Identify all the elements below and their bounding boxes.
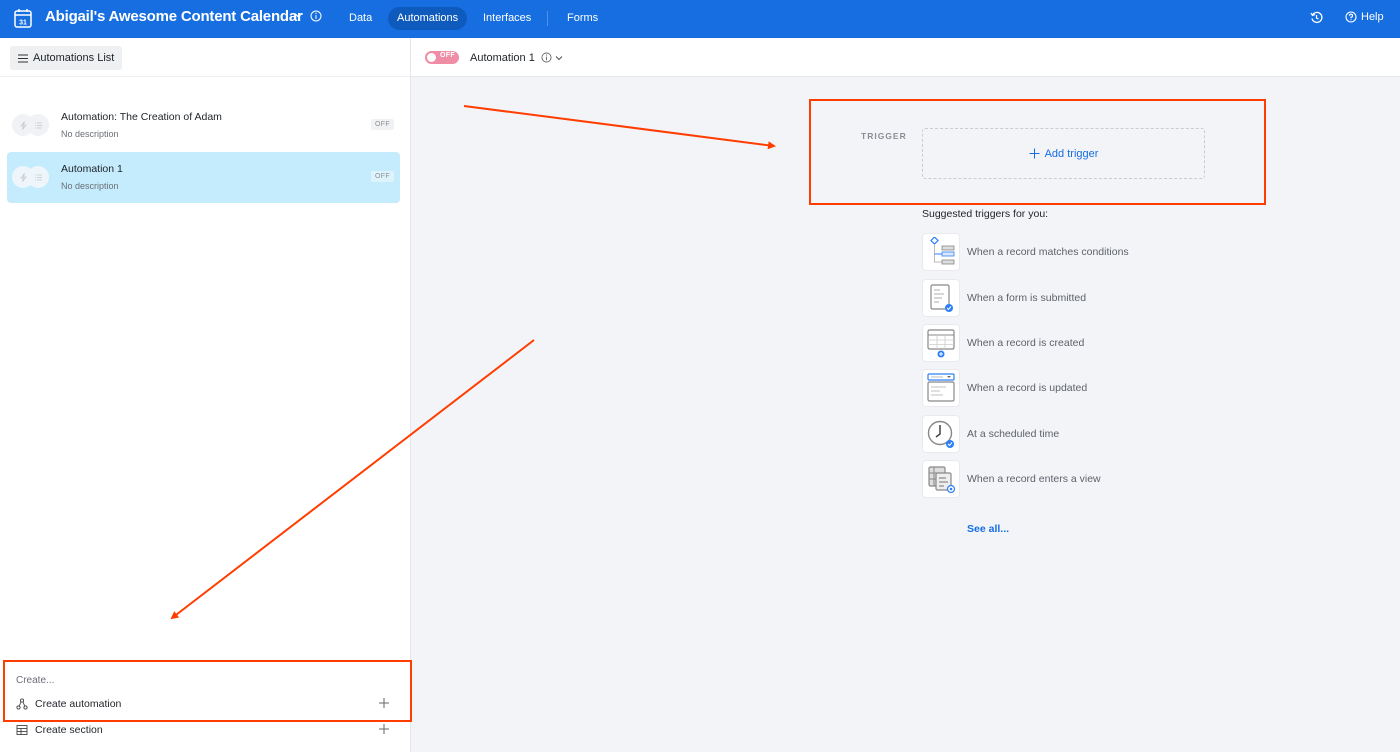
tab-automations[interactable]: Automations xyxy=(388,7,468,30)
create-menu-label: Create... xyxy=(16,675,55,686)
automation-name: Automation 1 xyxy=(61,163,123,175)
automation-title[interactable]: Automation 1 xyxy=(470,52,535,64)
flow-icon xyxy=(16,698,28,710)
create-automation-label: Create automation xyxy=(35,698,122,710)
suggested-trigger-label: When a record is created xyxy=(967,337,1085,349)
action-list-icon xyxy=(27,114,49,136)
automation-toggle[interactable]: OFF xyxy=(425,51,459,64)
create-automation-button[interactable]: Create automation xyxy=(16,694,394,714)
status-badge: OFF xyxy=(371,171,394,182)
arrow-to-trigger xyxy=(463,105,776,150)
history-icon[interactable] xyxy=(1310,11,1323,24)
suggested-trigger-item[interactable]: When a record is updated xyxy=(922,369,1222,407)
plus-icon[interactable] xyxy=(378,723,390,735)
suggested-trigger-label: At a scheduled time xyxy=(967,428,1060,440)
suggested-trigger-label: When a record matches conditions xyxy=(967,246,1129,258)
question-circle-icon xyxy=(1345,11,1357,23)
conditions-icon xyxy=(922,233,960,271)
suggested-trigger-item[interactable]: When a form is submitted xyxy=(922,279,1222,317)
automation-icons xyxy=(12,166,50,188)
suggested-trigger-label: When a form is submitted xyxy=(967,292,1087,304)
view-icon xyxy=(922,460,960,498)
action-list-icon xyxy=(27,166,49,188)
info-icon[interactable] xyxy=(541,52,552,63)
suggested-trigger-item[interactable]: When a record is created xyxy=(922,324,1222,362)
base-title[interactable]: Abigail's Awesome Content Calendar xyxy=(45,8,303,25)
suggested-triggers-title: Suggested triggers for you: xyxy=(922,208,1049,220)
sidebar-header: Automations List xyxy=(0,38,410,77)
add-trigger-button[interactable]: Add trigger xyxy=(922,128,1205,179)
automations-list-label: Automations List xyxy=(33,52,115,64)
suggested-trigger-item[interactable]: At a scheduled time xyxy=(922,415,1222,453)
trigger-section-label: TRIGGER xyxy=(861,131,907,141)
automations-sidebar: Automations List Automation: The Creatio… xyxy=(0,38,411,752)
create-section-button[interactable]: Create section xyxy=(16,720,394,740)
calendar-icon[interactable]: 31 xyxy=(14,8,32,28)
automation-name: Automation: The Creation of Adam xyxy=(61,111,222,123)
form-submitted-icon xyxy=(922,279,960,317)
chevron-down-icon[interactable] xyxy=(555,54,563,62)
chevron-down-icon[interactable] xyxy=(293,10,303,20)
automation-icons xyxy=(12,114,50,136)
top-bar: 31 Abigail's Awesome Content Calendar Da… xyxy=(0,0,1400,38)
automation-description: No description xyxy=(61,181,119,191)
nav-divider xyxy=(547,11,548,26)
plus-icon[interactable] xyxy=(378,697,390,709)
see-all-link[interactable]: See all... xyxy=(967,523,1009,535)
suggested-trigger-item[interactable]: When a record enters a view xyxy=(922,460,1222,498)
toggle-label: OFF xyxy=(440,52,455,59)
tab-forms[interactable]: Forms xyxy=(558,7,607,30)
automation-header: OFF Automation 1 xyxy=(411,38,1400,77)
plus-icon xyxy=(1029,148,1040,159)
status-badge: OFF xyxy=(371,119,394,130)
add-trigger-label: Add trigger xyxy=(1044,147,1099,160)
record-updated-icon xyxy=(922,369,960,407)
table-icon xyxy=(16,725,28,735)
record-created-icon xyxy=(922,324,960,362)
automations-list-button[interactable]: Automations List xyxy=(10,46,123,70)
automation-list-item[interactable]: Automation: The Creation of Adam No desc… xyxy=(7,100,400,151)
create-section-label: Create section xyxy=(35,724,103,736)
help-button[interactable]: Help xyxy=(1345,11,1384,23)
info-icon[interactable] xyxy=(310,10,322,22)
suggested-trigger-item[interactable]: When a record matches conditions xyxy=(922,233,1222,271)
tab-data[interactable]: Data xyxy=(340,7,381,30)
automation-description: No description xyxy=(61,129,119,139)
clock-icon xyxy=(922,415,960,453)
toggle-knob xyxy=(427,53,436,62)
help-label: Help xyxy=(1361,11,1384,23)
svg-text:31: 31 xyxy=(19,20,27,27)
tab-interfaces[interactable]: Interfaces xyxy=(474,7,540,30)
suggested-trigger-label: When a record is updated xyxy=(967,382,1088,394)
suggested-trigger-label: When a record enters a view xyxy=(967,473,1101,485)
menu-icon xyxy=(18,54,28,62)
automation-list-item[interactable]: Automation 1 No description OFF xyxy=(7,152,400,203)
